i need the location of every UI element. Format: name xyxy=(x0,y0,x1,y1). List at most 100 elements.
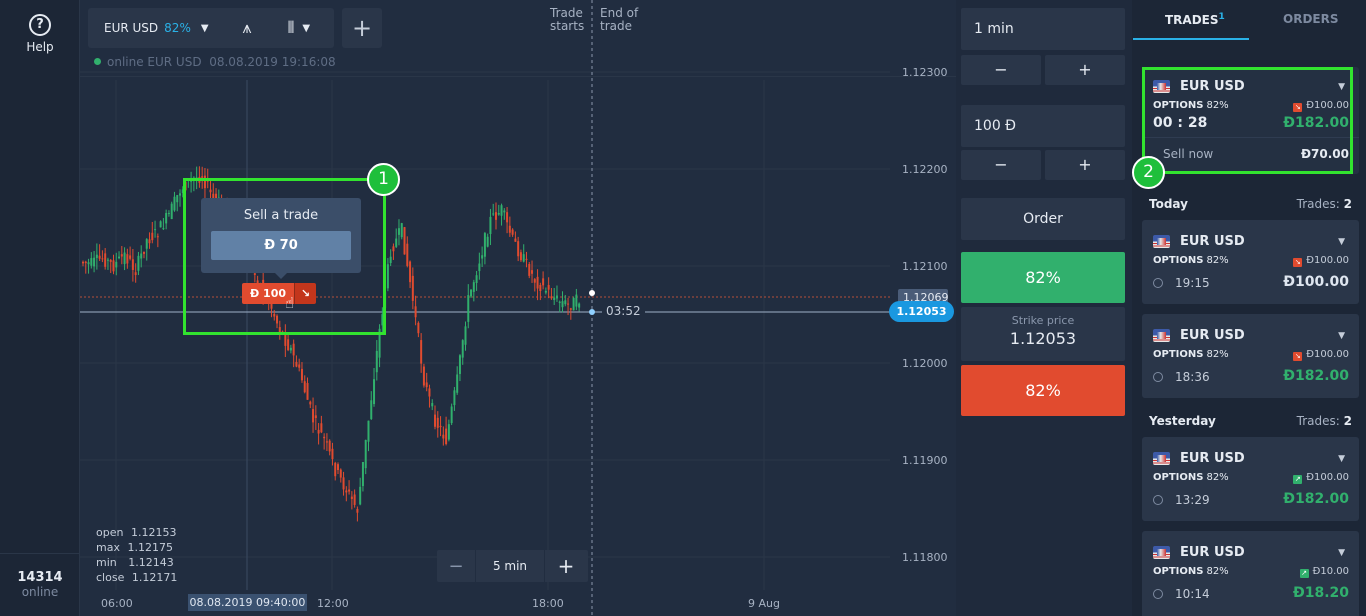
timeframe-minus-button[interactable]: − xyxy=(437,556,475,577)
chevron-down-icon[interactable]: ▼ xyxy=(1338,331,1345,341)
candle-body xyxy=(134,272,137,276)
expiry-time-field[interactable]: 1 min xyxy=(961,8,1125,50)
candle-body xyxy=(475,275,478,283)
candle-body xyxy=(90,258,93,266)
chevron-down-icon[interactable]: ▼ xyxy=(1338,454,1345,464)
chart-area[interactable]: EUR USD 82% ▼ ⩚ ⫴ ▼ + online EUR USD 08.… xyxy=(80,0,956,616)
divider xyxy=(80,76,956,77)
trade-options: OPTIONS 82% xyxy=(1153,349,1229,360)
flag-icon xyxy=(1153,452,1170,465)
candle-body xyxy=(123,252,126,265)
candle-body xyxy=(483,233,486,257)
tab-count: 1 xyxy=(1218,12,1225,22)
time-minus-button[interactable]: − xyxy=(961,55,1041,85)
candle-body xyxy=(567,303,570,305)
yesterday-count: Trades: 2 xyxy=(1297,414,1352,428)
tab-trades[interactable]: TRADES1 xyxy=(1165,12,1225,27)
strike-label: Strike price xyxy=(1011,314,1075,327)
clock-icon xyxy=(1153,278,1163,288)
trade-card[interactable]: EUR USD ▼ OPTIONS 82% ↗ Đ100.00 13:29 Đ182… xyxy=(1142,437,1359,521)
candle-body xyxy=(572,297,575,311)
candle-body xyxy=(406,243,409,266)
hand-cursor-icon: ☝ xyxy=(285,294,295,312)
trade-result: Đ182.00 xyxy=(1283,368,1349,384)
strike-value: 1.12053 xyxy=(1009,329,1077,348)
trade-card[interactable]: EUR USD ▼ OPTIONS 82% ↗ Đ10.00 10:14 Đ18.2… xyxy=(1142,531,1359,616)
chevron-down-icon[interactable]: ▼ xyxy=(1338,548,1345,558)
step-badge-1: 1 xyxy=(367,163,400,196)
count-value: 2 xyxy=(1343,414,1352,428)
candle-body xyxy=(300,368,303,381)
trade-stake: ↘ Đ100.00 xyxy=(1293,349,1349,361)
clock-icon xyxy=(1153,372,1163,382)
asset-selector[interactable]: EUR USD 82% ▼ ⩚ ⫴ ▼ xyxy=(88,8,334,48)
trade-card[interactable]: EUR USD ▼ OPTIONS 82% ↘ Đ100.00 19:15 Đ100… xyxy=(1142,220,1359,304)
amount-field[interactable]: 100 Đ xyxy=(961,105,1125,147)
candle-body xyxy=(397,228,400,235)
order-button[interactable]: Order xyxy=(961,198,1125,240)
x-tick: 9 Aug xyxy=(748,597,780,610)
candle-body xyxy=(492,213,495,215)
sell-value-button[interactable]: Đ 70 xyxy=(211,231,351,260)
candle-body xyxy=(303,381,306,393)
call-up-button[interactable]: 82% xyxy=(961,252,1125,303)
online-count: 14314 xyxy=(17,570,63,585)
deal-marker[interactable]: Đ 100 ↘ xyxy=(242,283,317,304)
candle-body xyxy=(508,225,511,233)
timeframe-value[interactable]: 5 min xyxy=(475,550,545,582)
timeframe-plus-button[interactable]: + xyxy=(545,554,587,578)
candle-body xyxy=(514,238,517,242)
candle-body xyxy=(353,494,356,505)
candle-body xyxy=(306,383,309,400)
timeframe-control: − 5 min + xyxy=(437,550,588,582)
help-button[interactable]: ? Help xyxy=(0,14,80,54)
candle-body xyxy=(162,228,165,230)
ohlc-value: 1.12171 xyxy=(131,571,178,584)
chart-type-icon[interactable]: ⫴ xyxy=(288,18,295,38)
candle-body xyxy=(414,306,417,318)
candle-body xyxy=(442,434,445,439)
candle-body xyxy=(497,212,500,215)
chevron-down-icon[interactable]: ▼ xyxy=(1338,237,1345,247)
candle-body xyxy=(173,196,176,211)
candle-body xyxy=(558,301,561,303)
drawing-tools-icon[interactable]: ⩚ xyxy=(243,18,252,38)
candle-body xyxy=(154,229,157,231)
candle-body xyxy=(342,477,345,490)
y-tick: 1.12200 xyxy=(902,163,948,176)
candle-body xyxy=(129,255,132,259)
candle-body xyxy=(472,282,475,292)
candle-body xyxy=(331,448,334,460)
y-tick: 1.12300 xyxy=(902,66,948,79)
add-chart-button[interactable]: + xyxy=(342,8,382,48)
candle-body xyxy=(345,490,348,493)
stake-value: Đ100.00 xyxy=(1306,349,1349,360)
candle-body xyxy=(84,261,87,264)
online-counter: 14314 online xyxy=(0,553,80,616)
flag-icon xyxy=(1153,235,1170,248)
arrow-down-icon: ↘ xyxy=(1293,352,1303,361)
today-count: Trades: 2 xyxy=(1297,197,1352,211)
trades-panel: TRADES1 ORDERS EUR USD ▼ OPTIONS 82% ↘ Đ10… xyxy=(1132,0,1366,616)
candle-body xyxy=(506,212,509,223)
options-label: OPTIONS xyxy=(1153,472,1204,483)
amount-plus-button[interactable]: + xyxy=(1045,150,1125,180)
time-value: 10:14 xyxy=(1175,587,1210,601)
put-down-button[interactable]: 82% xyxy=(961,365,1125,416)
tab-label: TRADES xyxy=(1165,13,1219,27)
candle-body xyxy=(400,223,403,238)
candle-body xyxy=(295,361,298,367)
candle-body xyxy=(439,425,442,428)
amount-minus-button[interactable]: − xyxy=(961,150,1041,180)
time-plus-button[interactable]: + xyxy=(1045,55,1125,85)
candle-body xyxy=(167,212,170,214)
candle-body xyxy=(148,239,151,244)
candle-body xyxy=(334,462,337,477)
trade-options: OPTIONS 82% xyxy=(1153,566,1229,577)
ohlc-value: 1.12143 xyxy=(128,556,174,569)
tab-orders[interactable]: ORDERS xyxy=(1283,12,1338,26)
candle-body xyxy=(428,388,431,397)
trade-card[interactable]: EUR USD ▼ OPTIONS 82% ↘ Đ100.00 18:36 Đ182… xyxy=(1142,314,1359,398)
candle-body xyxy=(159,221,162,228)
ohlc-value: 1.12153 xyxy=(130,526,177,539)
